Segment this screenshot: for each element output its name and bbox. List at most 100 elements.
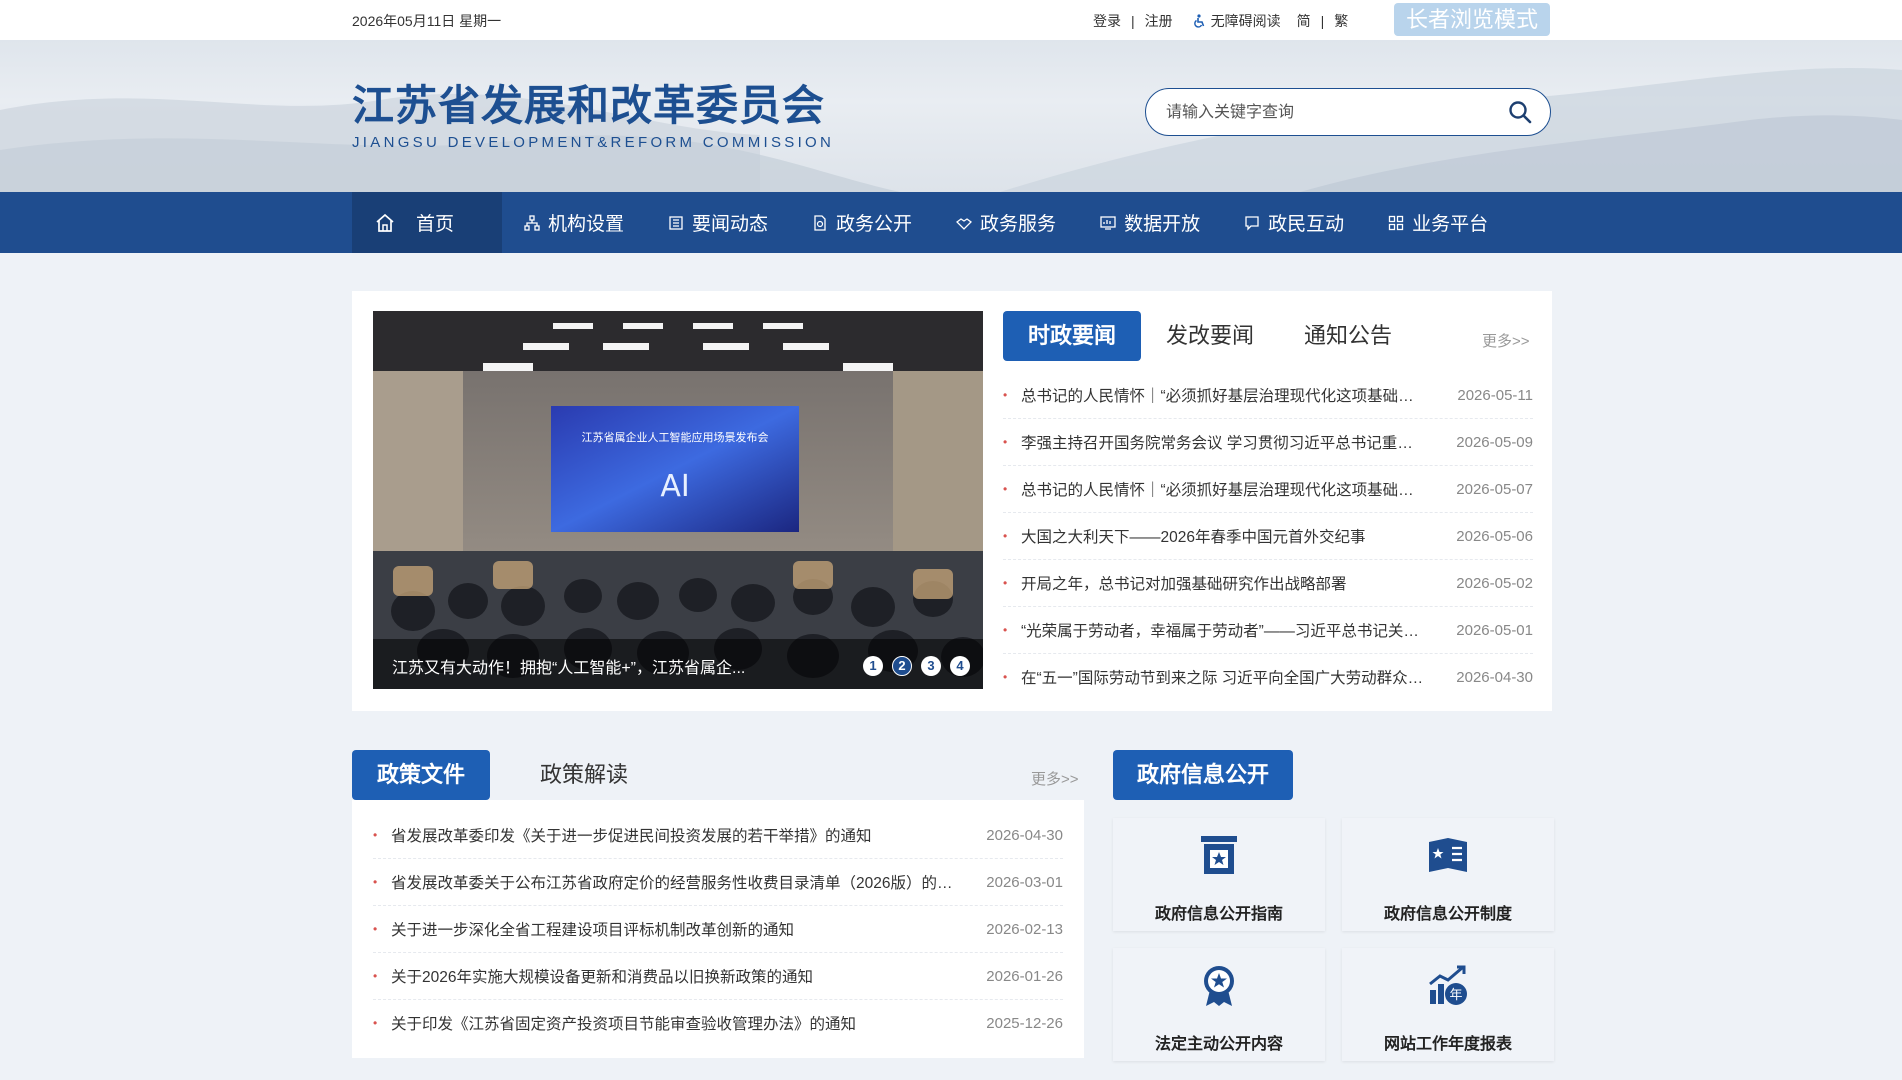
tab-policy-docs[interactable]: 政策文件 <box>352 750 491 800</box>
list-item[interactable]: • 省发展改革委印发《关于进一步促进民间投资发展的若干举措》的通知 2026-04-… <box>373 812 1063 859</box>
news-date: 2026-05-07 <box>1456 480 1533 498</box>
bullet: • <box>373 969 378 983</box>
news-tabs: 时政要闻 发改要闻 通知公告 <box>1003 311 1417 361</box>
search-box <box>1145 88 1551 136</box>
site-subtitle: JIANGSU DEVELOPMENT&REFORM COMMISSION <box>352 134 835 151</box>
policy-title: 关于印发《江苏省固定资产投资项目节能审查验收管理办法》的通知 <box>391 1016 857 1033</box>
badge-star-icon <box>1204 966 1234 1006</box>
rules-book-icon <box>1429 838 1467 872</box>
slider-dots: 1 2 3 4 <box>863 656 970 676</box>
separator: | <box>1320 13 1325 29</box>
nav-label: 政务服务 <box>980 214 1057 235</box>
traditional-link[interactable]: 繁 <box>1334 11 1348 31</box>
search-input[interactable] <box>1164 99 1488 127</box>
service-icon <box>956 217 973 230</box>
wheelchair-icon <box>1193 14 1204 28</box>
news-title: 开局之年，总书记对加强基础研究作出战略部署 <box>1021 576 1347 593</box>
news-more-link[interactable]: 更多>> <box>1482 330 1530 351</box>
slider-dot-active[interactable]: 2 <box>892 656 912 676</box>
news-icon <box>669 215 683 230</box>
tab-policy-interpret[interactable]: 政策解读 <box>515 750 653 800</box>
policy-title: 省发展改革委关于公布江苏省政府定价的经营服务性收费目录清单（2026版）的通知 <box>391 875 968 892</box>
nav-label: 政务公开 <box>836 214 913 235</box>
nav-item-org[interactable]: 机构设置 <box>502 192 646 253</box>
list-item[interactable]: • 大国之大利天下——2026年春季中国元首外交纪事 2026-05-06 <box>1003 513 1533 560</box>
accessible-reading-label: 无障碍阅读 <box>1210 13 1281 29</box>
nav-item-home[interactable]: 首页 <box>352 192 502 253</box>
list-item[interactable]: • 在“五一”国际劳动节到来之际 习近平向全国广大劳动群众致以节日祝贺 2026-0… <box>1003 654 1533 700</box>
card-label: 网站工作年度报表 <box>1383 1036 1512 1053</box>
news-title: 大国之大利天下——2026年春季中国元首外交纪事 <box>1021 529 1366 546</box>
bullet: • <box>1003 529 1008 543</box>
doc-icon <box>814 214 826 231</box>
nav-item-news[interactable]: 要闻动态 <box>646 192 790 253</box>
news-date: 2026-05-09 <box>1456 433 1533 451</box>
policy-date: 2025-12-26 <box>986 1014 1063 1032</box>
bullet: • <box>1003 482 1008 496</box>
card-label: 政府信息公开指南 <box>1154 906 1283 923</box>
gov-info-heading[interactable]: 政府信息公开 <box>1113 750 1294 800</box>
policy-date: 2026-04-30 <box>986 826 1063 844</box>
gov-info-guide-card[interactable]: 政府信息公开指南 <box>1113 818 1325 931</box>
nav-label: 政民互动 <box>1268 214 1345 235</box>
news-date: 2026-05-01 <box>1456 621 1533 639</box>
data-icon <box>1100 215 1116 230</box>
news-slider[interactable]: 江苏省属企业人工智能应用场景发布会 AI <box>373 311 983 689</box>
policy-tabs: 政策文件 政策解读 <box>352 750 653 800</box>
tab-current-affairs[interactable]: 时政要闻 <box>1003 311 1142 361</box>
bullet: • <box>1003 670 1008 684</box>
list-item[interactable]: • 关于2026年实施大规模设备更新和消费品以旧换新政策的通知 2026-01-26 <box>373 953 1063 1000</box>
list-item[interactable]: • 省发展改革委关于公布江苏省政府定价的经营服务性收费目录清单（2026版）的通知… <box>373 859 1063 906</box>
search-icon[interactable] <box>1508 100 1532 124</box>
register-link[interactable]: 注册 <box>1145 11 1173 31</box>
slider-dot[interactable]: 3 <box>921 656 941 676</box>
policy-title: 省发展改革委印发《关于进一步促进民间投资发展的若干举措》的通知 <box>391 828 872 845</box>
policy-title: 关于2026年实施大规模设备更新和消费品以旧换新政策的通知 <box>391 969 813 986</box>
news-date: 2026-05-06 <box>1456 527 1533 545</box>
list-item[interactable]: • 关于进一步深化全省工程建设项目评标机制改革创新的通知 2026-02-13 <box>373 906 1063 953</box>
slider-dot[interactable]: 4 <box>950 656 970 676</box>
gov-info-annual-report-card[interactable]: 年 网站工作年度报表 <box>1342 948 1554 1061</box>
login-link[interactable]: 登录 <box>1093 11 1121 31</box>
nav-item-interact[interactable]: 政民互动 <box>1222 192 1366 253</box>
list-item[interactable]: • 李强主持召开国务院常务会议 学习贯彻习近平总书记重要讲话精神 2026-05-0… <box>1003 419 1533 466</box>
tab-reform-news[interactable]: 发改要闻 <box>1141 311 1279 361</box>
bullet: • <box>1003 576 1008 590</box>
nav-item-data[interactable]: 数据开放 <box>1078 192 1222 253</box>
slider-caption[interactable]: 江苏又有大动作！拥抱“人工智能+”，江苏省属企... <box>392 654 745 678</box>
svg-text:年: 年 <box>1449 988 1462 1003</box>
gov-info-rules-card[interactable]: 政府信息公开制度 <box>1342 818 1554 931</box>
nav-label: 业务平台 <box>1412 214 1489 235</box>
home-icon <box>376 213 394 232</box>
list-item[interactable]: • 开局之年，总书记对加强基础研究作出战略部署 2026-05-02 <box>1003 560 1533 607</box>
list-item[interactable]: • 关于印发《江苏省固定资产投资项目节能审查验收管理办法》的通知 2025-12-2… <box>373 1000 1063 1046</box>
news-title: 李强主持召开国务院常务会议 学习贯彻习近平总书记重要讲话精神 <box>1021 435 1451 452</box>
nav-item-platform[interactable]: 业务平台 <box>1366 192 1510 253</box>
annual-chart-icon: 年 <box>1429 965 1467 1005</box>
policy-title: 关于进一步深化全省工程建设项目评标机制改革创新的通知 <box>391 922 795 939</box>
chat-icon <box>1245 215 1259 231</box>
list-item[interactable]: • 总书记的人民情怀｜“必须抓好基层治理现代化这项基础性工作” 2026-05-07 <box>1003 466 1533 513</box>
tab-notices[interactable]: 通知公告 <box>1279 311 1417 361</box>
mountain-background <box>0 67 1902 192</box>
top-bar: 2026年05月11日 星期一 登录 | 注册 无障碍阅读 简 | 繁 长者浏览… <box>0 0 1902 40</box>
policy-more-link[interactable]: 更多>> <box>1031 768 1079 789</box>
site-title: 江苏省发展和改革委员会 <box>352 82 826 129</box>
nav-label: 要闻动态 <box>692 214 769 235</box>
list-item[interactable]: • 总书记的人民情怀｜“必须抓好基层治理现代化这项基础性工作” 2026-05-11 <box>1003 372 1533 419</box>
news-title: 在“五一”国际劳动节到来之际 习近平向全国广大劳动群众致以节日祝贺 <box>1021 670 1451 687</box>
nav-item-service[interactable]: 政务服务 <box>934 192 1078 253</box>
accessible-reading-link[interactable]: 无障碍阅读 <box>1193 11 1281 31</box>
nav-item-public[interactable]: 政务公开 <box>790 192 934 253</box>
elder-mode-button[interactable]: 长者浏览模式 <box>1394 3 1550 36</box>
slider-dot[interactable]: 1 <box>863 656 883 676</box>
gov-info-statutory-card[interactable]: 法定主动公开内容 <box>1113 948 1325 1061</box>
nav-label: 首页 <box>416 214 455 235</box>
bullet: • <box>373 922 378 936</box>
bullet: • <box>1003 435 1008 449</box>
list-item[interactable]: • “光荣属于劳动者，幸福属于劳动者”——习近平总书记关心劳动者 2026-05-0… <box>1003 607 1533 654</box>
simplified-link[interactable]: 简 <box>1297 11 1311 31</box>
policy-list: • 省发展改革委印发《关于进一步促进民间投资发展的若干举措》的通知 2026-04-… <box>373 812 1063 1046</box>
nav-label: 机构设置 <box>548 214 625 235</box>
site-header: 江苏省发展和改革委员会 JIANGSU DEVELOPMENT&REFORM C… <box>0 40 1902 192</box>
